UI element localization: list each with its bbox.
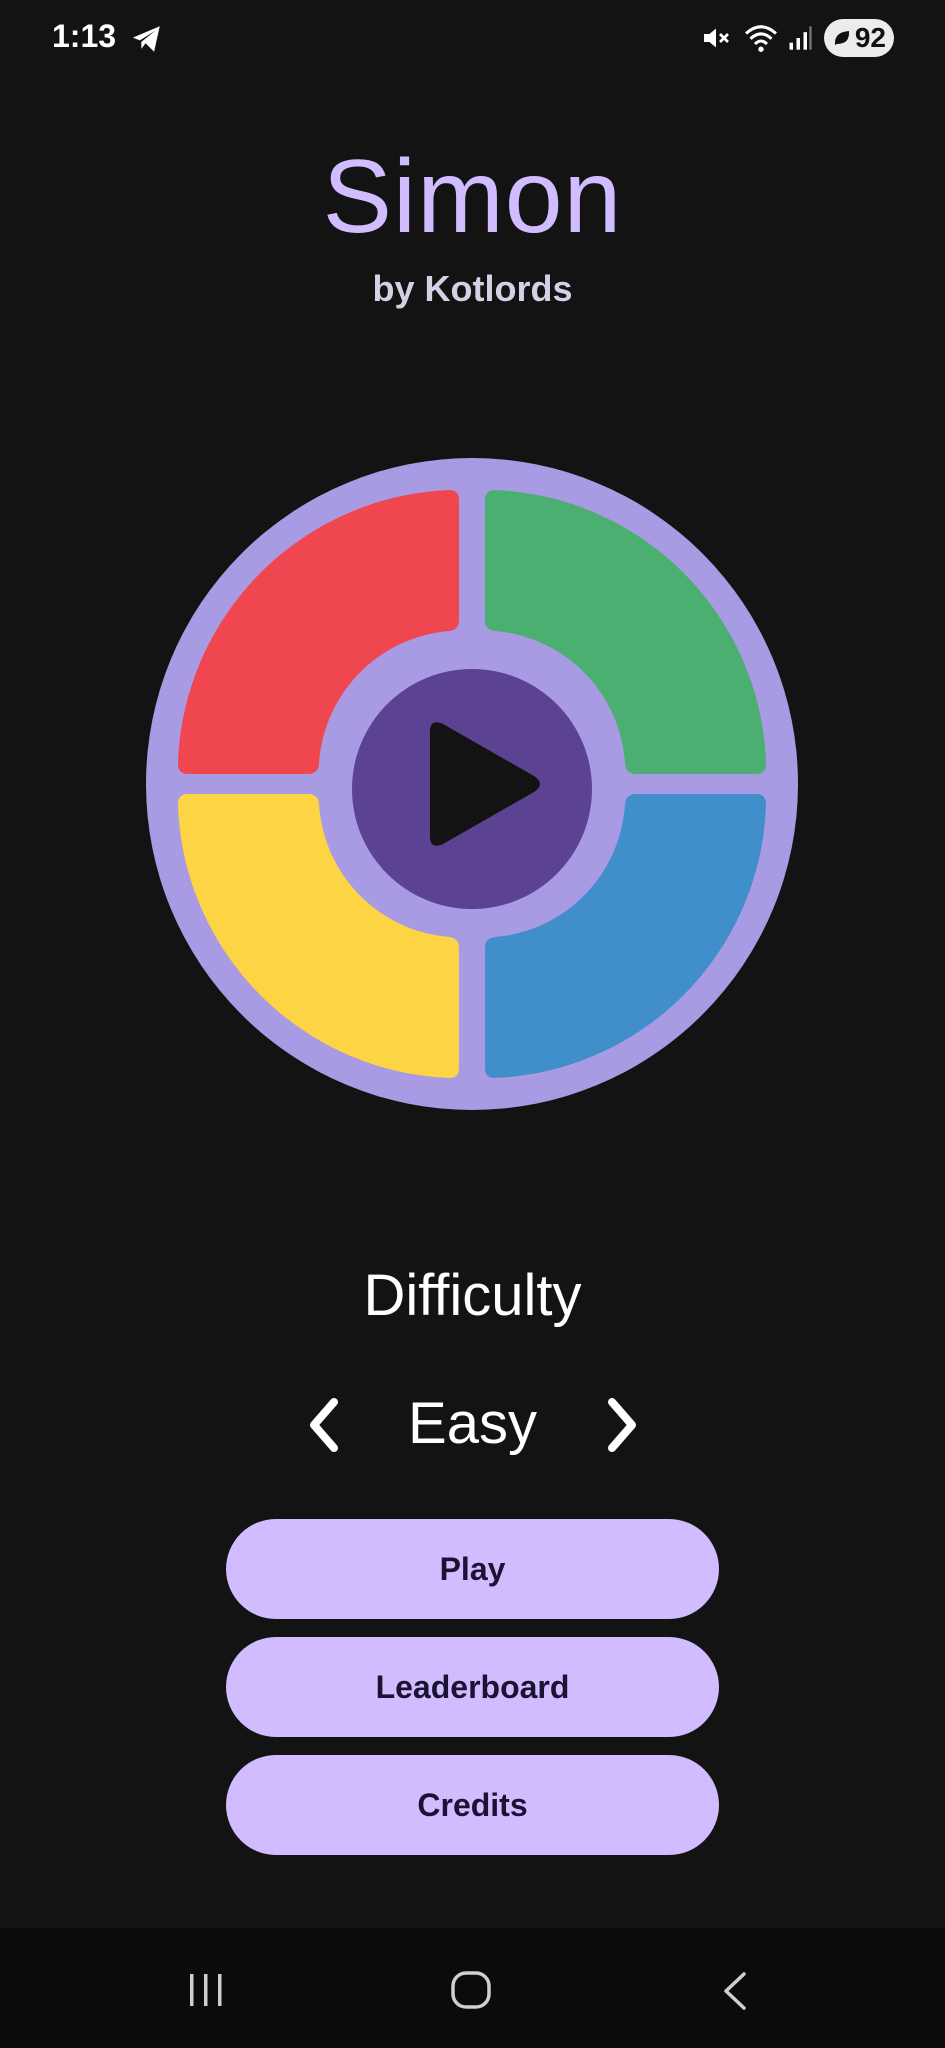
status-bar: 1:13 92 <box>0 0 945 76</box>
difficulty-value: Easy <box>408 1391 537 1456</box>
screen: 1:13 92 Simon by Kotlords Difficulty Eas… <box>0 0 945 2048</box>
navigation-bar <box>0 1928 945 2048</box>
app-subtitle: by Kotlords <box>372 268 573 309</box>
back-icon[interactable] <box>720 1970 750 2012</box>
wifi-icon <box>744 25 778 52</box>
leaderboard-button[interactable]: Leaderboard <box>226 1637 719 1737</box>
simon-board <box>144 456 800 1112</box>
home-icon[interactable] <box>450 1970 492 2010</box>
chevron-right-icon[interactable] <box>600 1392 644 1458</box>
battery-leaf-icon <box>834 31 850 45</box>
status-time: 1:13 <box>52 18 117 54</box>
recents-icon[interactable] <box>186 1972 226 2008</box>
mute-icon <box>704 28 729 48</box>
simon-board-svg <box>146 458 798 1110</box>
telegram-icon <box>132 26 160 52</box>
app-title: Simon <box>322 139 623 255</box>
credits-button[interactable]: Credits <box>226 1755 719 1855</box>
battery-indicator: 92 <box>824 19 894 57</box>
difficulty-selector: Easy <box>0 1390 945 1460</box>
play-button[interactable]: Play <box>226 1519 719 1619</box>
battery-level: 92 <box>854 22 886 53</box>
chevron-left-icon[interactable] <box>302 1392 346 1458</box>
signal-icon <box>789 26 812 50</box>
difficulty-label: Difficulty <box>363 1263 582 1328</box>
